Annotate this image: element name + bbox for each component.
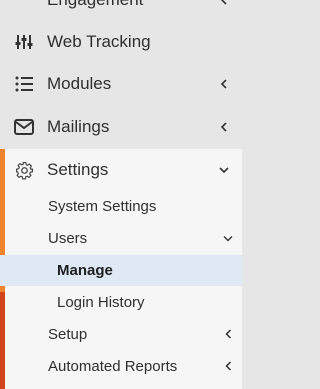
submenu-item-label: Automated Reports [48, 357, 178, 375]
sidebar-item-mailings[interactable]: Mailings [0, 106, 242, 148]
list-icon [14, 74, 34, 94]
sidebar-item-label: Web Tracking [47, 32, 151, 51]
submenu-item-automated-reports[interactable]: Automated Reports [0, 351, 242, 381]
chevron-left-icon [223, 361, 233, 371]
sliders-icon [14, 32, 34, 52]
submenu-item-label: System Settings [48, 197, 157, 215]
sidebar-item-label: Mailings [47, 117, 110, 136]
gear-icon [14, 160, 34, 180]
submenu-item-label: Manage [57, 262, 113, 279]
sidebar-item-modules[interactable]: Modules [0, 63, 242, 105]
chevron-left-icon [218, 0, 230, 6]
sidebar: Engagement Web Tracking [0, 0, 242, 389]
submenu-item-label: Users [48, 229, 88, 247]
submenu-item-system-settings[interactable]: System Settings [0, 191, 242, 221]
submenu-item-label: Login History [57, 293, 145, 311]
chevron-left-icon [218, 121, 230, 133]
sidebar-item-label: Engagement [47, 0, 143, 10]
chevron-down-icon [218, 164, 230, 176]
submenu-item-users[interactable]: Users [0, 223, 242, 253]
submenu-item-manage[interactable]: Manage [0, 255, 242, 286]
envelope-icon [14, 117, 34, 137]
submenu-item-label: Setup [48, 325, 88, 343]
submenu-item-setup[interactable]: Setup [0, 319, 242, 349]
submenu-item-login-history[interactable]: Login History [0, 287, 242, 317]
sidebar-item-engagement[interactable]: Engagement [0, 0, 242, 21]
sidebar-item-settings[interactable]: Settings [0, 149, 242, 191]
sidebar-item-web-tracking[interactable]: Web Tracking [0, 21, 242, 63]
chevron-left-icon [218, 78, 230, 90]
chevron-down-icon [223, 233, 233, 243]
chevron-left-icon [223, 329, 233, 339]
sidebar-item-label: Modules [47, 74, 112, 93]
sidebar-item-label: Settings [47, 160, 109, 179]
